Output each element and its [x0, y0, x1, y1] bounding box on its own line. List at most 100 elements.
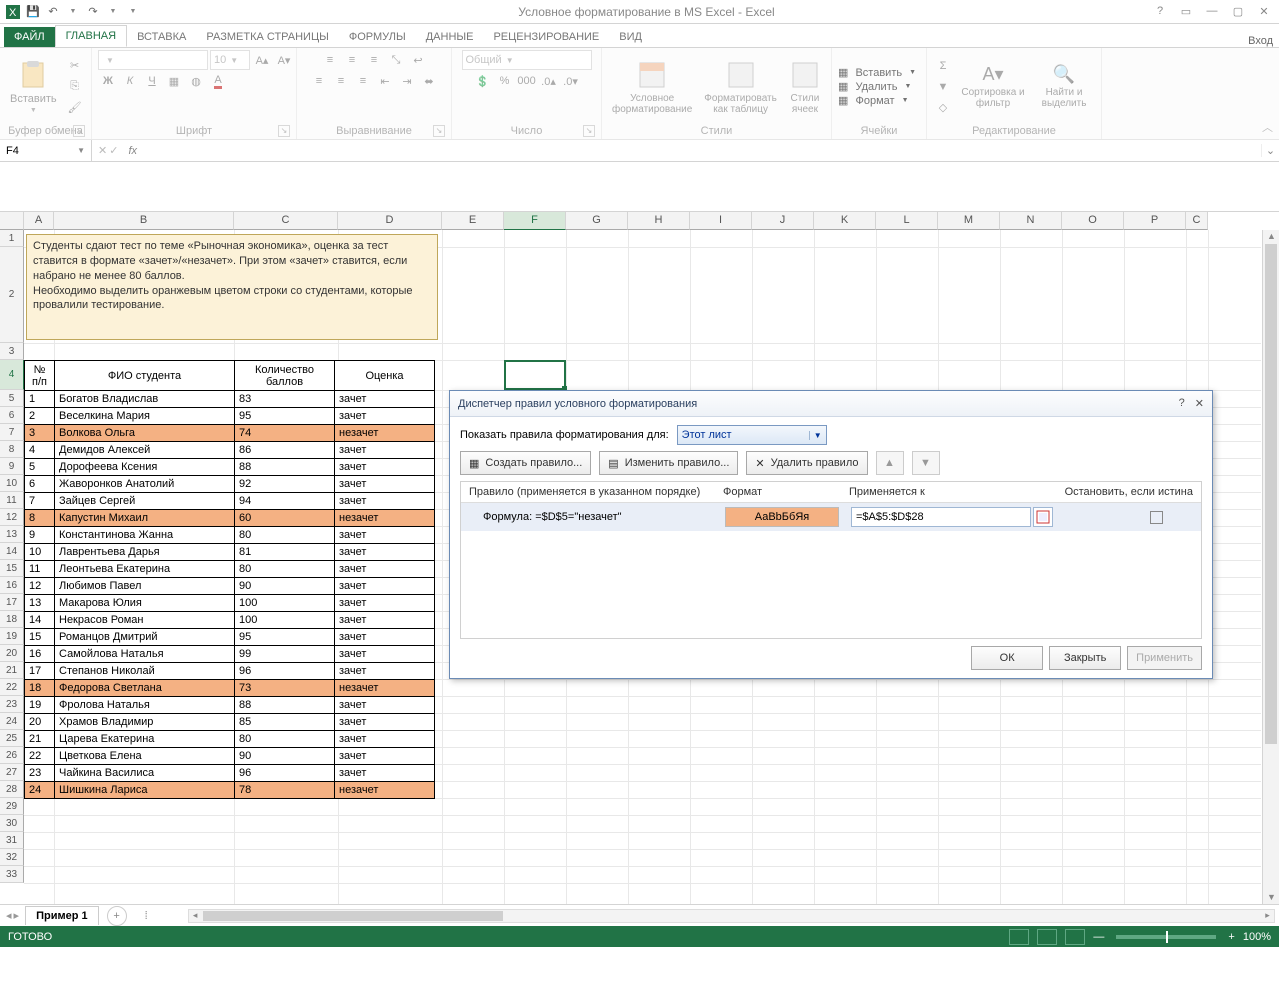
- column-header[interactable]: P: [1124, 212, 1186, 230]
- zoom-value[interactable]: 100%: [1243, 931, 1271, 943]
- th-num[interactable]: № п/п: [25, 361, 55, 391]
- delete-rule-button[interactable]: ✕Удалить правило: [746, 451, 867, 475]
- vertical-scrollbar[interactable]: ▲ ▼: [1262, 230, 1279, 904]
- paste-button[interactable]: Вставить ▼: [6, 57, 61, 116]
- row-header[interactable]: 30: [0, 815, 24, 832]
- ribbon-tab[interactable]: ФАЙЛ: [4, 27, 55, 47]
- row-header[interactable]: 14: [0, 543, 24, 560]
- table-row[interactable]: 24Шишкина Лариса78незачет: [25, 782, 435, 799]
- table-row[interactable]: 2Веселкина Мария95зачет: [25, 408, 435, 425]
- column-header[interactable]: C: [234, 212, 338, 230]
- cells-delete-button[interactable]: ▦ Удалить ▼: [838, 80, 916, 93]
- column-header[interactable]: G: [566, 212, 628, 230]
- ribbon-tab[interactable]: ВИД: [609, 27, 652, 47]
- scroll-up-icon[interactable]: ▲: [1266, 231, 1277, 242]
- row-header[interactable]: 33: [0, 866, 24, 883]
- table-row[interactable]: 12Любимов Павел90зачет: [25, 578, 435, 595]
- row-header[interactable]: 23: [0, 696, 24, 713]
- apply-button[interactable]: Применить: [1127, 646, 1202, 670]
- align-mid-icon[interactable]: ≡: [342, 50, 362, 70]
- column-header[interactable]: C: [1186, 212, 1208, 230]
- column-header[interactable]: H: [628, 212, 690, 230]
- zoom-slider[interactable]: [1116, 935, 1216, 939]
- row-header[interactable]: 11: [0, 492, 24, 509]
- undo-dd-icon[interactable]: ▼: [64, 3, 82, 21]
- fx-icon[interactable]: fx: [124, 145, 141, 157]
- table-row[interactable]: 20Храмов Владимир85зачет: [25, 714, 435, 731]
- wrap-icon[interactable]: ↩: [408, 50, 428, 70]
- row-header[interactable]: 21: [0, 662, 24, 679]
- column-header[interactable]: K: [814, 212, 876, 230]
- tab-prev-icon[interactable]: ◂: [6, 909, 12, 922]
- ribbon-tab[interactable]: ГЛАВНАЯ: [55, 25, 127, 47]
- row-header[interactable]: 6: [0, 407, 24, 424]
- row-header[interactable]: 22: [0, 679, 24, 696]
- cut-icon[interactable]: ✂: [65, 56, 85, 76]
- hscroll-thumb[interactable]: [203, 911, 503, 921]
- row-header[interactable]: 18: [0, 611, 24, 628]
- cells-format-button[interactable]: ▦ Формат ▼: [838, 94, 916, 107]
- row-header[interactable]: 32: [0, 849, 24, 866]
- align-dlg-icon[interactable]: ↘: [433, 125, 445, 137]
- close-icon[interactable]: ✕: [1255, 5, 1273, 18]
- tab-next-icon[interactable]: ▸: [14, 909, 20, 922]
- row-header[interactable]: 17: [0, 594, 24, 611]
- align-top-icon[interactable]: ≡: [320, 50, 340, 70]
- collapse-ribbon-icon[interactable]: ︿: [1262, 119, 1273, 135]
- table-row[interactable]: 8Капустин Михаил60незачет: [25, 510, 435, 527]
- scroll-down-icon[interactable]: ▼: [1266, 892, 1277, 903]
- undo-icon[interactable]: ↶: [44, 3, 62, 21]
- save-icon[interactable]: 💾: [24, 3, 42, 21]
- row-header[interactable]: 12: [0, 509, 24, 526]
- column-header[interactable]: D: [338, 212, 442, 230]
- dialog-help-icon[interactable]: ?: [1179, 397, 1185, 410]
- row-header[interactable]: 25: [0, 730, 24, 747]
- minimize-icon[interactable]: —: [1203, 5, 1221, 18]
- new-rule-button[interactable]: ▦Создать правило...: [460, 451, 591, 475]
- row-header[interactable]: 7: [0, 424, 24, 441]
- ribbon-tab[interactable]: РЕЦЕНЗИРОВАНИЕ: [483, 27, 609, 47]
- table-row[interactable]: 18Федорова Светлана73незачет: [25, 680, 435, 697]
- align-bot-icon[interactable]: ≡: [364, 50, 384, 70]
- stop-if-true-checkbox[interactable]: [1150, 511, 1163, 524]
- edit-rule-button[interactable]: ▤Изменить правило...: [599, 451, 738, 475]
- move-up-button[interactable]: ▲: [876, 451, 904, 475]
- row-header[interactable]: 15: [0, 560, 24, 577]
- clear-icon[interactable]: ◇: [933, 98, 953, 118]
- table-row[interactable]: 10Лаврентьева Дарья81зачет: [25, 544, 435, 561]
- merge-icon[interactable]: ⬌: [419, 71, 439, 91]
- table-row[interactable]: 16Самойлова Наталья99зачет: [25, 646, 435, 663]
- row-header[interactable]: 27: [0, 764, 24, 781]
- table-row[interactable]: 13Макарова Юлия100зачет: [25, 595, 435, 612]
- row-header[interactable]: 4: [0, 360, 24, 390]
- row-header[interactable]: 1: [0, 230, 24, 247]
- formula-input[interactable]: [141, 140, 1261, 161]
- row-header[interactable]: 24: [0, 713, 24, 730]
- column-header[interactable]: M: [938, 212, 1000, 230]
- table-row[interactable]: 15Романцов Дмитрий95зачет: [25, 629, 435, 646]
- column-header[interactable]: I: [690, 212, 752, 230]
- percent-icon[interactable]: %: [495, 71, 515, 91]
- row-header[interactable]: 28: [0, 781, 24, 798]
- th-grade[interactable]: Оценка: [335, 361, 435, 391]
- name-box[interactable]: F4▼: [0, 140, 92, 161]
- table-row[interactable]: 22Цветкова Елена90зачет: [25, 748, 435, 765]
- number-format-combo[interactable]: Общий▼: [462, 50, 592, 70]
- hscroll-right-icon[interactable]: ▸: [1261, 910, 1274, 921]
- table-row[interactable]: 4Демидов Алексей86зачет: [25, 442, 435, 459]
- accept-fx-icon[interactable]: ✓: [109, 144, 118, 157]
- ribbon-tab[interactable]: ФОРМУЛЫ: [339, 27, 416, 47]
- add-sheet-button[interactable]: +: [107, 906, 127, 926]
- zoom-out-icon[interactable]: —: [1093, 931, 1104, 943]
- font-name-combo[interactable]: ▼: [98, 50, 208, 70]
- maximize-icon[interactable]: ▢: [1229, 5, 1247, 18]
- column-header[interactable]: O: [1062, 212, 1124, 230]
- font-color-icon[interactable]: A: [208, 71, 228, 91]
- table-row[interactable]: 21Царева Екатерина80зачет: [25, 731, 435, 748]
- border-icon[interactable]: ▦: [164, 71, 184, 91]
- row-header[interactable]: 5: [0, 390, 24, 407]
- row-header[interactable]: 8: [0, 441, 24, 458]
- ok-button[interactable]: ОК: [971, 646, 1043, 670]
- column-header[interactable]: E: [442, 212, 504, 230]
- table-row[interactable]: 6Жаворонков Анатолий92зачет: [25, 476, 435, 493]
